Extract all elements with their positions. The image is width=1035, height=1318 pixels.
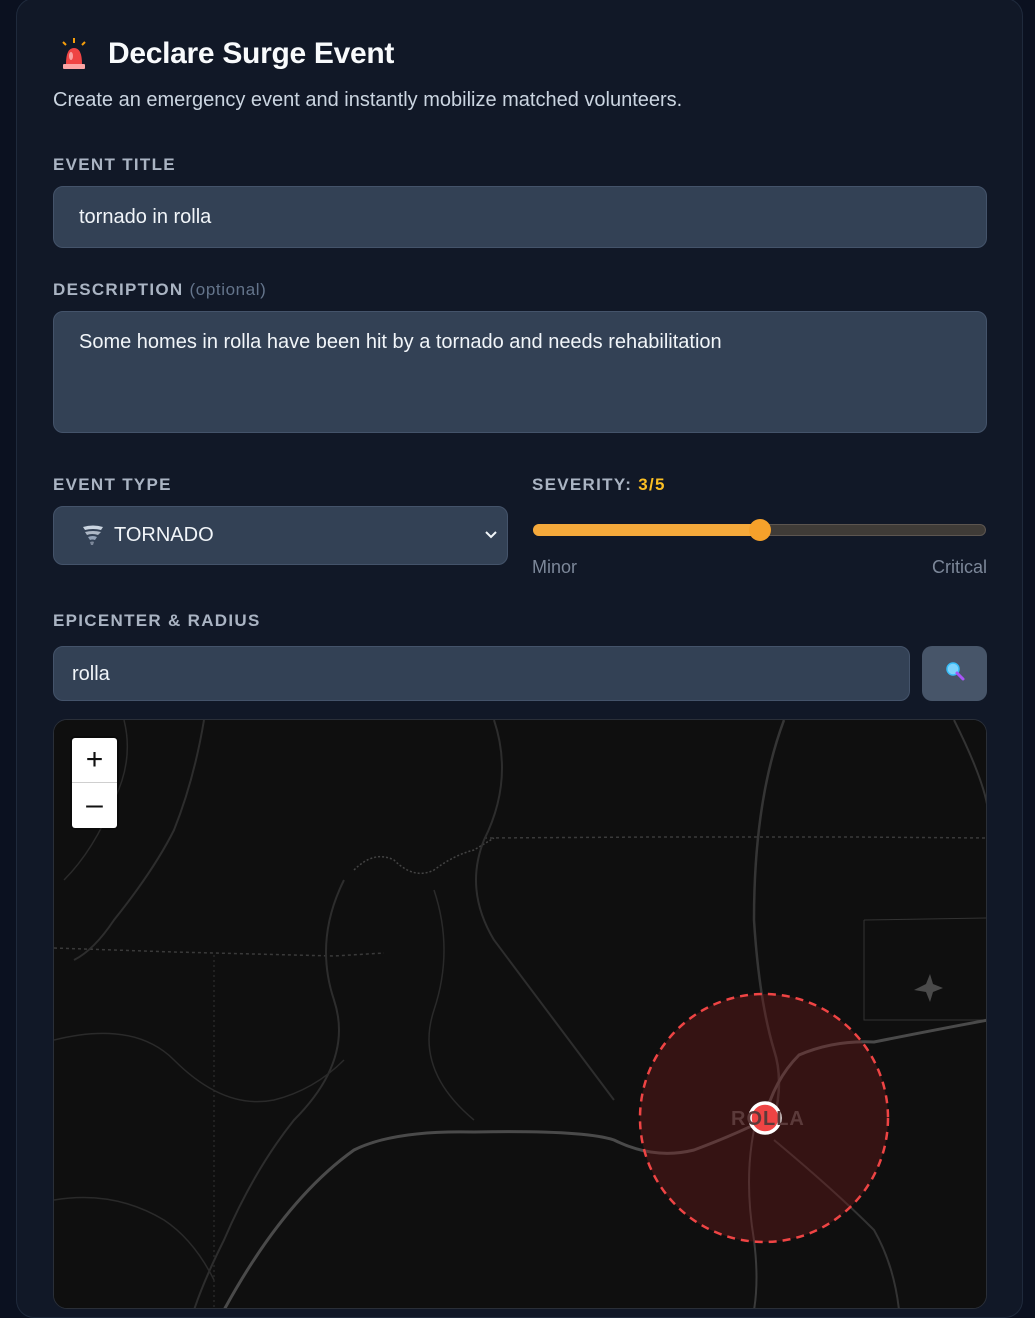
page-title: Declare Surge Event [108,37,395,70]
description-optional-text: (optional) [189,280,267,299]
event-title-value: tornado in rolla [79,206,212,228]
severity-slider-handle[interactable] [749,519,771,541]
event-type-label: EVENT TYPE [53,475,172,494]
epicenter-value: rolla [72,663,110,685]
siren-icon [60,34,88,74]
description-label: DESCRIPTION (optional) [53,280,266,300]
event-type-select[interactable]: TORNADO [53,506,508,565]
event-title-label: EVENT TITLE [53,155,176,174]
epicenter-search-input[interactable]: rolla [53,646,910,701]
event-title-input[interactable]: tornado in rolla [53,186,987,248]
map-canvas[interactable] [54,720,987,1309]
page-subtitle: Create an emergency event and instantly … [53,89,683,111]
epicenter-map[interactable]: ROLLA [53,719,987,1309]
severity-max-label: Critical [931,557,987,577]
zoom-in-button[interactable]: + [72,738,117,783]
severity-slider-fill [533,524,763,536]
tornado-icon [82,524,104,554]
header: Declare Surge Event [60,34,394,74]
chevron-down-icon [483,525,499,548]
epicenter-label: EPICENTER & RADIUS [53,611,261,630]
location-search-button[interactable] [922,646,987,701]
map-town-label: ROLLA [731,1108,805,1130]
search-icon [944,660,966,687]
zoom-out-button[interactable]: – [72,783,117,827]
map-zoom-control: + – [72,738,117,828]
description-textarea[interactable]: Some homes in rolla have been hit by a t… [53,311,987,433]
severity-min-label: Minor [532,557,578,577]
severity-label-text: SEVERITY: [532,475,633,494]
severity-value: 3/5 [638,475,666,494]
event-type-value: TORNADO [114,524,214,546]
description-value: Some homes in rolla have been hit by a t… [79,331,722,353]
severity-label: SEVERITY: 3/5 [532,475,666,495]
description-label-text: DESCRIPTION [53,280,184,299]
